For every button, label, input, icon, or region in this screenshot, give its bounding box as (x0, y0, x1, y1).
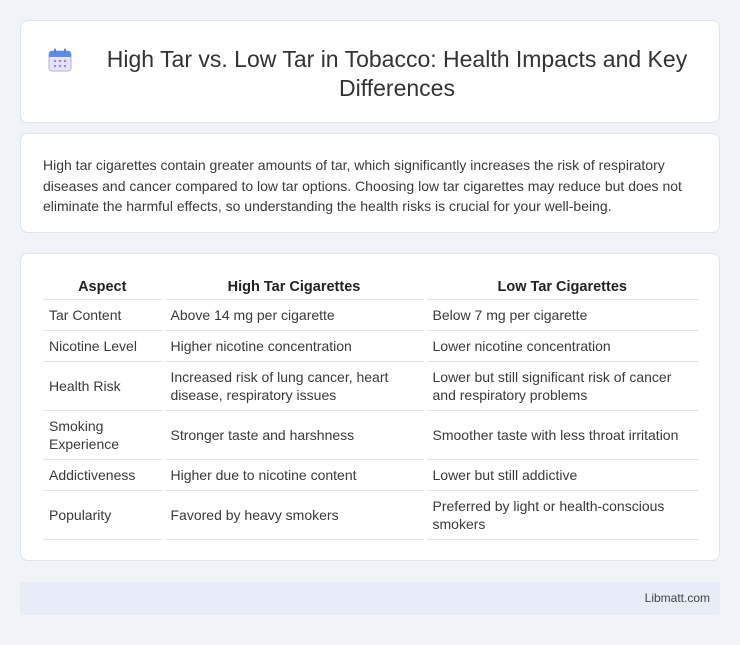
header-card: High Tar vs. Low Tar in Tobacco: Health … (20, 20, 720, 123)
footer: Libmatt.com (20, 582, 720, 615)
table-cell: Higher due to nicotine content (161, 459, 425, 491)
summary-text: High tar cigarettes contain greater amou… (43, 157, 682, 214)
table-cell: Health Risk (43, 361, 163, 411)
table-header-row: Aspect High Tar Cigarettes Low Tar Cigar… (43, 276, 698, 300)
table-row: Health Risk Increased risk of lung cance… (43, 361, 698, 411)
table-cell: Nicotine Level (43, 330, 163, 362)
table-row: Addictiveness Higher due to nicotine con… (43, 459, 698, 491)
comparison-card: Aspect High Tar Cigarettes Low Tar Cigar… (20, 253, 720, 561)
footer-site-link[interactable]: Libmatt.com (645, 591, 710, 605)
table-cell: Tar Content (43, 299, 163, 331)
table-row: Popularity Favored by heavy smokers Pref… (43, 490, 698, 540)
table-cell: Popularity (43, 490, 163, 540)
comparison-table: Aspect High Tar Cigarettes Low Tar Cigar… (43, 276, 698, 540)
summary-card: High tar cigarettes contain greater amou… (20, 133, 720, 233)
column-header: Aspect (43, 276, 163, 300)
table-row: Nicotine Level Higher nicotine concentra… (43, 330, 698, 362)
table-cell: Smoother taste with less throat irritati… (423, 410, 698, 460)
table-cell: Lower but still significant risk of canc… (423, 361, 698, 411)
table-cell: Stronger taste and harshness (161, 410, 425, 460)
calendar-icon (48, 48, 72, 72)
table-cell: Lower but still addictive (423, 459, 698, 491)
page-title: High Tar vs. Low Tar in Tobacco: Health … (106, 46, 688, 101)
table-row: Tar Content Above 14 mg per cigarette Be… (43, 299, 698, 331)
table-cell: Increased risk of lung cancer, heart dis… (161, 361, 425, 411)
table-cell: Lower nicotine concentration (423, 330, 698, 362)
table-cell: Below 7 mg per cigarette (423, 299, 698, 331)
column-header: High Tar Cigarettes (161, 276, 425, 300)
table-cell: Addictiveness (43, 459, 163, 491)
table-cell: Preferred by light or health-conscious s… (423, 490, 698, 540)
table-row: Smoking Experience Stronger taste and ha… (43, 410, 698, 460)
column-header: Low Tar Cigarettes (423, 276, 698, 300)
table-cell: Smoking Experience (43, 410, 163, 460)
table-cell: Favored by heavy smokers (161, 490, 425, 540)
table-cell: Above 14 mg per cigarette (161, 299, 425, 331)
table-cell: Higher nicotine concentration (161, 330, 425, 362)
